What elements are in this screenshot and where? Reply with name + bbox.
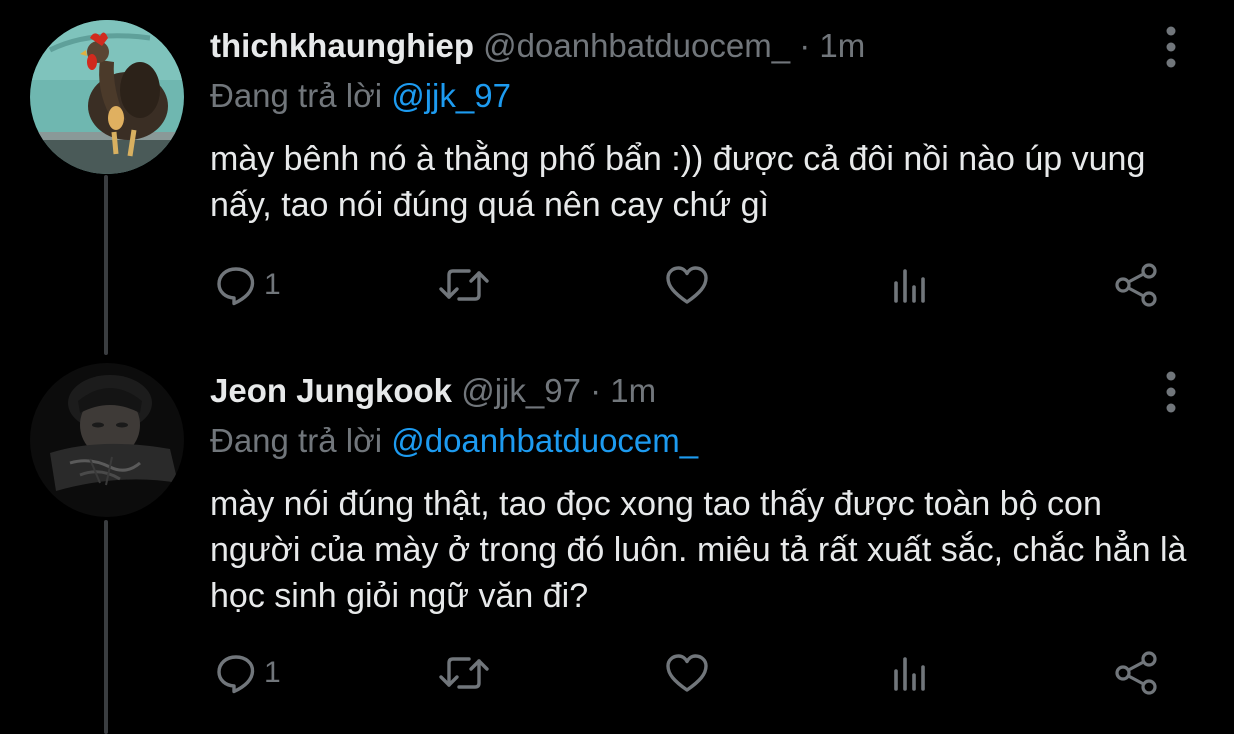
analytics-button[interactable] <box>888 260 932 310</box>
reply-count: 1 <box>264 656 281 689</box>
display-name[interactable]: Jeon Jungkook <box>210 372 452 409</box>
speech-bubble-icon <box>217 267 255 306</box>
avatar[interactable] <box>30 20 184 174</box>
reply-button[interactable]: 1 <box>214 648 281 698</box>
rooster-avatar-icon <box>30 20 184 174</box>
like-button[interactable] <box>664 260 710 310</box>
separator-dot: · <box>590 372 602 409</box>
person-avatar-icon <box>30 363 184 517</box>
retweet-icon <box>439 269 489 301</box>
tweet-actions: 1 <box>200 260 1200 310</box>
share-icon <box>1115 651 1157 695</box>
bar-chart-icon <box>894 657 925 691</box>
timestamp[interactable]: 1m <box>819 27 865 64</box>
mention-link[interactable]: @doanhbatduocem_ <box>391 422 698 459</box>
replying-to-label: Đang trả lời <box>210 77 383 114</box>
share-icon <box>1115 263 1157 307</box>
tweet-actions: 1 <box>200 648 1200 698</box>
replying-to: Đang trả lời @jjk_97 <box>210 76 511 116</box>
retweet-button[interactable] <box>438 648 490 698</box>
speech-bubble-icon <box>217 655 255 694</box>
tweet[interactable]: thichkhaunghiep @doanhbatduocem_ · 1m Đa… <box>0 0 1234 345</box>
bar-chart-icon <box>894 269 925 303</box>
like-button[interactable] <box>664 648 710 698</box>
separator-dot: · <box>799 27 811 64</box>
analytics-button[interactable] <box>888 648 932 698</box>
tweet-text: mày bênh nó à thằng phố bẩn :)) được cả … <box>210 140 1146 224</box>
tweet-text: mày nói đúng thật, tao đọc xong tao thấy… <box>210 485 1187 615</box>
share-button[interactable] <box>1112 260 1160 310</box>
user-handle[interactable]: @jjk_97 <box>461 372 581 409</box>
more-options-button[interactable] <box>1156 369 1186 415</box>
vertical-dots-icon <box>1166 371 1176 413</box>
display-name[interactable]: thichkhaunghiep <box>210 27 474 64</box>
tweet-header: Jeon Jungkook @jjk_97 · 1m <box>210 371 656 411</box>
user-handle[interactable]: @doanhbatduocem_ <box>483 27 790 64</box>
mention-link[interactable]: @jjk_97 <box>391 77 511 114</box>
heart-icon <box>666 266 708 304</box>
vertical-dots-icon <box>1166 26 1176 68</box>
more-options-button[interactable] <box>1156 24 1186 70</box>
tweet-header: thichkhaunghiep @doanhbatduocem_ · 1m <box>210 26 865 66</box>
replying-to-label: Đang trả lời <box>210 422 383 459</box>
timestamp[interactable]: 1m <box>610 372 656 409</box>
heart-icon <box>666 654 708 692</box>
share-button[interactable] <box>1112 648 1160 698</box>
tweet[interactable]: Jeon Jungkook @jjk_97 · 1m Đang trả lời … <box>0 345 1234 734</box>
reply-button[interactable]: 1 <box>214 260 281 310</box>
reply-count: 1 <box>264 268 281 301</box>
avatar[interactable] <box>30 363 184 517</box>
retweet-icon <box>439 657 489 689</box>
retweet-button[interactable] <box>438 260 490 310</box>
replying-to: Đang trả lời @doanhbatduocem_ <box>210 421 698 461</box>
